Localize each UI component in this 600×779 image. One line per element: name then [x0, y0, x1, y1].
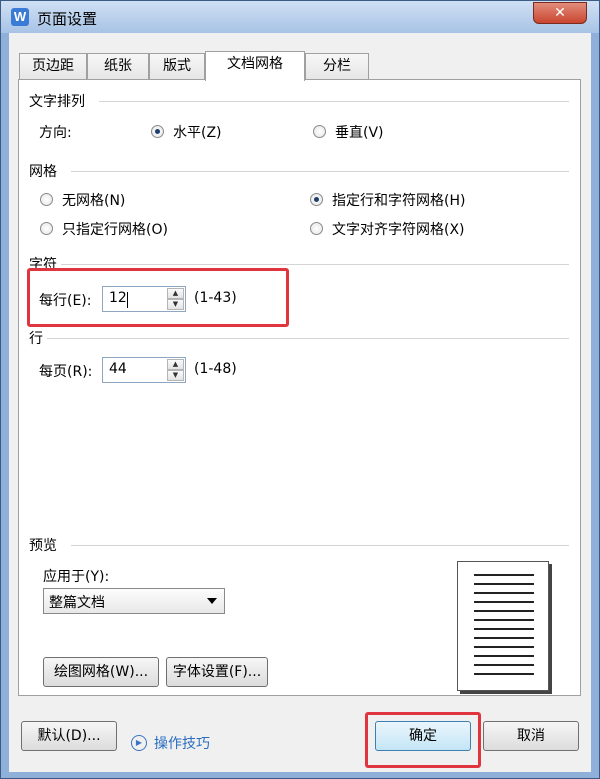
title-bar[interactable]: W 页面设置 ✕	[1, 1, 599, 33]
dropdown-arrow-icon	[207, 598, 217, 604]
divider	[61, 264, 569, 266]
preview-line	[474, 664, 534, 666]
page-preview	[457, 561, 549, 691]
preview-line	[474, 673, 534, 675]
tab-columns[interactable]: 分栏	[305, 53, 369, 79]
radio-no-grid[interactable]	[40, 193, 53, 206]
radio-no-grid-label[interactable]: 无网格(N)	[62, 190, 125, 210]
preview-line	[474, 619, 534, 621]
dialog-title: 页面设置	[37, 10, 98, 28]
tab-paper[interactable]: 纸张	[87, 53, 149, 79]
radio-snap-to-char-grid[interactable]	[310, 222, 323, 235]
tab-layout[interactable]: 版式	[149, 53, 205, 79]
increment-arrow-icon[interactable]: ▲	[167, 359, 184, 370]
preview-line	[474, 601, 534, 603]
cancel-button[interactable]: 取消	[483, 721, 579, 751]
tab-document-grid[interactable]: 文档网格	[205, 51, 305, 81]
preview-line	[474, 574, 534, 576]
apply-to-select[interactable]: 整篇文档	[43, 588, 225, 614]
tips-link[interactable]: 操作技巧	[154, 733, 210, 753]
highlight-box	[27, 268, 289, 327]
apply-to-value: 整篇文档	[49, 595, 105, 611]
preview-line	[474, 646, 534, 648]
divider	[71, 171, 569, 173]
preview-line	[474, 637, 534, 639]
lines-per-page-stepper[interactable]: 44 ▲ ▼	[102, 357, 186, 383]
radio-horizontal[interactable]	[151, 125, 164, 138]
app-logo-icon: W	[11, 8, 29, 26]
divider	[71, 545, 569, 547]
default-button[interactable]: 默认(D)...	[21, 721, 117, 751]
close-button[interactable]: ✕	[533, 2, 587, 24]
draw-grid-button[interactable]: 绘图网格(W)...	[43, 657, 159, 687]
decrement-arrow-icon[interactable]: ▼	[167, 370, 184, 381]
radio-snap-to-char-grid-label[interactable]: 文字对齐字符网格(X)	[332, 219, 465, 239]
preview-line	[474, 655, 534, 657]
tab-margins[interactable]: 页边距	[19, 53, 87, 79]
page-setup-dialog: W 页面设置 ✕ 页边距 纸张 版式 文档网格 分栏 文字排列 方向: 水平(Z…	[0, 0, 600, 779]
radio-line-grid-only[interactable]	[40, 222, 53, 235]
radio-vertical-label[interactable]: 垂直(V)	[335, 122, 384, 142]
lines-per-page-value[interactable]: 44	[109, 361, 127, 377]
preview-line	[474, 592, 534, 594]
radio-line-and-char-grid[interactable]	[310, 193, 323, 206]
direction-label: 方向:	[39, 125, 72, 141]
font-settings-button[interactable]: 字体设置(F)...	[166, 657, 268, 687]
radio-vertical[interactable]	[313, 125, 326, 138]
preview-line	[474, 628, 534, 630]
document-grid-panel: 文字排列 方向: 水平(Z) 垂直(V) 网格 无网格(N) 指定行和字符网格(…	[18, 79, 581, 696]
highlight-box	[365, 712, 481, 768]
section-lines: 行	[29, 331, 43, 347]
radio-line-and-char-grid-label[interactable]: 指定行和字符网格(H)	[332, 190, 465, 210]
apply-to-label: 应用于(Y):	[43, 569, 110, 585]
divider	[99, 101, 569, 103]
dialog-body: 页边距 纸张 版式 文档网格 分栏 文字排列 方向: 水平(Z) 垂直(V) 网…	[9, 33, 591, 772]
radio-line-grid-only-label[interactable]: 只指定行网格(O)	[62, 219, 168, 239]
section-text-direction: 文字排列	[29, 94, 85, 110]
lines-range: (1-48)	[194, 361, 237, 377]
radio-horizontal-label[interactable]: 水平(Z)	[173, 122, 222, 142]
preview-line	[474, 583, 534, 585]
section-grid: 网格	[29, 164, 57, 180]
divider	[47, 338, 569, 340]
lines-per-page-label: 每页(R):	[39, 364, 93, 380]
preview-line	[474, 610, 534, 612]
play-help-icon[interactable]: ▶	[131, 735, 147, 751]
section-preview: 预览	[29, 538, 57, 554]
